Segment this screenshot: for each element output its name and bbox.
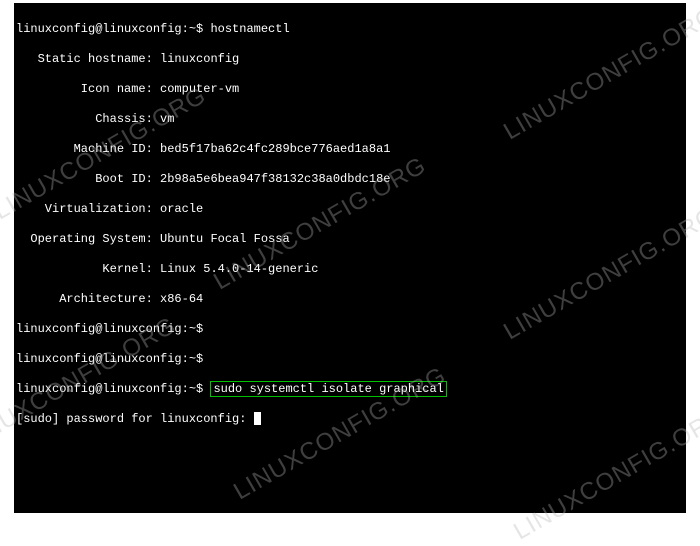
output-line: Boot ID: 2b98a5e6bea947f38132c38a0dbdc18…	[16, 172, 684, 187]
output-line: Chassis: vm	[16, 112, 684, 127]
command-line: linuxconfig@linuxconfig:~$ hostnamectl	[16, 22, 684, 37]
command-line: linuxconfig@linuxconfig:~$	[16, 352, 684, 367]
output-line: Operating System: Ubuntu Focal Fossa	[16, 232, 684, 247]
shell-prompt: linuxconfig@linuxconfig:~$	[16, 22, 203, 36]
output-line: Architecture: x86-64	[16, 292, 684, 307]
command-line: linuxconfig@linuxconfig:~$	[16, 322, 684, 337]
shell-prompt: linuxconfig@linuxconfig:~$	[16, 352, 203, 366]
shell-prompt: linuxconfig@linuxconfig:~$	[16, 382, 203, 396]
command-hostnamectl: hostnamectl	[210, 22, 289, 36]
output-line: Machine ID: bed5f17ba62c4fc289bce776aed1…	[16, 142, 684, 157]
shell-prompt: linuxconfig@linuxconfig:~$	[16, 322, 203, 336]
highlighted-command: sudo systemctl isolate graphical	[210, 381, 446, 397]
terminal-cursor[interactable]	[254, 412, 261, 425]
command-line-highlighted: linuxconfig@linuxconfig:~$ sudo systemct…	[16, 382, 684, 397]
output-line: Static hostname: linuxconfig	[16, 52, 684, 67]
output-line: Icon name: computer-vm	[16, 82, 684, 97]
output-line: Kernel: Linux 5.4.0-14-generic	[16, 262, 684, 277]
terminal-window[interactable]: linuxconfig@linuxconfig:~$ hostnamectl S…	[14, 3, 686, 513]
sudo-password-prompt: [sudo] password for linuxconfig:	[16, 412, 684, 427]
output-line: Virtualization: oracle	[16, 202, 684, 217]
